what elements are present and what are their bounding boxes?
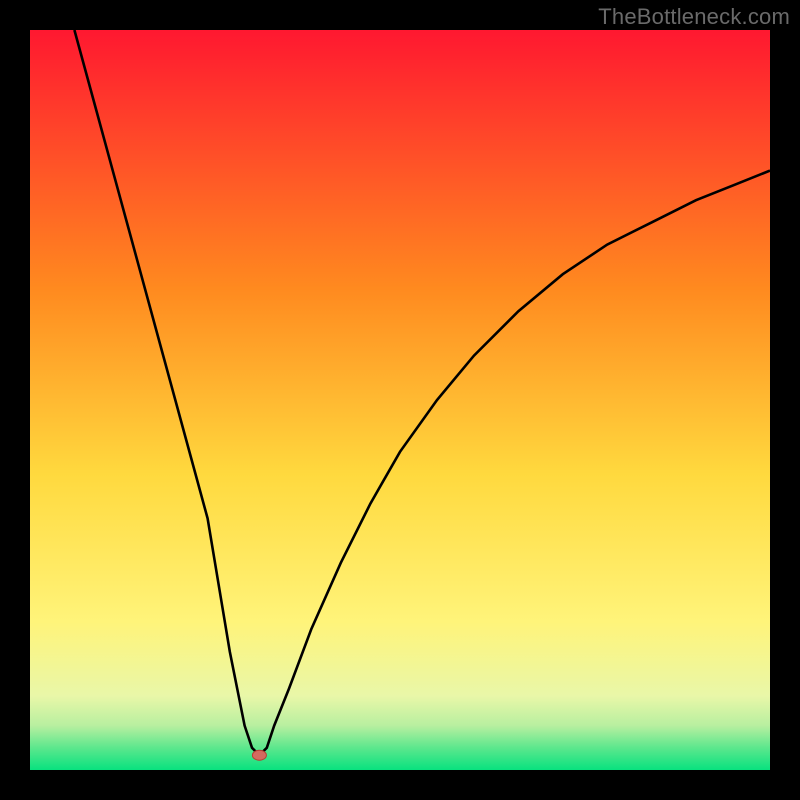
- watermark-text: TheBottleneck.com: [598, 4, 790, 30]
- chart-svg: [30, 30, 770, 770]
- minimum-marker: [252, 750, 266, 760]
- chart-frame: TheBottleneck.com: [0, 0, 800, 800]
- plot-area: [30, 30, 770, 770]
- gradient-background: [30, 30, 770, 770]
